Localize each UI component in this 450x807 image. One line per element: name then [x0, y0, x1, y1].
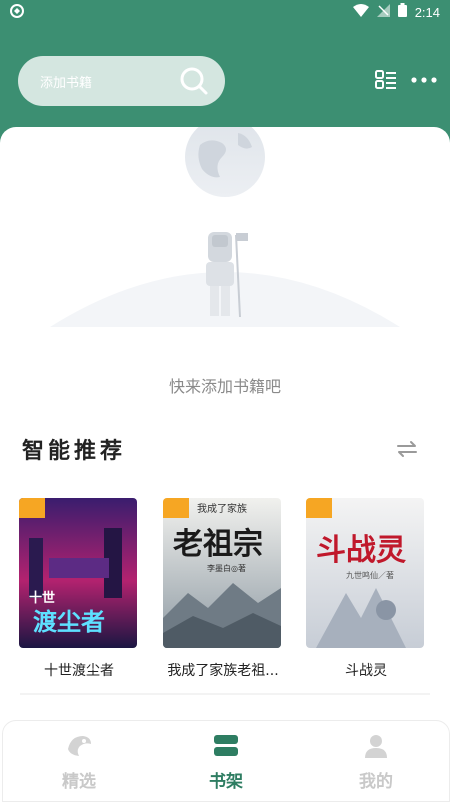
list-view-icon[interactable]	[375, 70, 397, 94]
tab-bookshelf[interactable]: 书架	[166, 721, 286, 797]
book-title: 十世渡尘者	[44, 663, 114, 679]
app-notification-icon	[10, 4, 24, 22]
cover-title-text: 渡尘者	[33, 608, 105, 636]
more-icon[interactable]	[411, 70, 437, 94]
refresh-swap-icon[interactable]	[396, 440, 418, 462]
book-cover[interactable]: 斗战灵 九世鸣仙／著	[306, 498, 424, 648]
divider	[20, 693, 430, 695]
search-icon[interactable]	[179, 66, 209, 100]
status-time: 2:14	[414, 4, 440, 20]
empty-illustration	[50, 117, 400, 412]
battery-icon	[397, 3, 407, 21]
bottom-tab-bar: 精选 书架 我的	[2, 720, 450, 802]
tab-label: 精选	[62, 772, 96, 792]
book-title: 我成了家族老祖...	[167, 663, 279, 679]
book-item[interactable]: 十世 渡尘者 十世渡尘者	[19, 498, 139, 680]
cover-author-text: 九世鸣仙／著	[346, 570, 394, 580]
status-bar: 2:14	[0, 0, 450, 24]
search-bar[interactable]: 添加书籍	[18, 56, 225, 106]
tab-label: 书架	[209, 772, 243, 792]
user-icon	[362, 733, 390, 763]
cover-title-text: 斗战灵	[316, 533, 406, 568]
empty-state-text: 快来添加书籍吧	[168, 377, 281, 396]
tab-featured[interactable]: 精选	[19, 721, 139, 797]
tab-label: 我的	[359, 772, 393, 792]
cover-top-text: 我成了家族	[197, 502, 247, 515]
wifi-icon	[352, 3, 369, 21]
bookshelf-icon	[212, 733, 240, 763]
book-item[interactable]: 斗战灵 九世鸣仙／著 斗战灵	[306, 498, 426, 680]
signal-icon	[376, 3, 390, 21]
cover-top-text: 十世	[29, 590, 55, 606]
book-cover[interactable]: 十世 渡尘者	[19, 498, 137, 648]
book-cover[interactable]: 我成了家族 老祖宗 李墨白◎著	[163, 498, 281, 648]
tab-mine[interactable]: 我的	[316, 721, 436, 797]
bookshelf-panel: 快来添加书籍吧 智能推荐 十世 渡尘者 十世渡尘者 我成了家族 老祖宗 李墨白◎…	[0, 117, 450, 807]
recommend-title: 智能推荐	[22, 439, 127, 464]
search-placeholder: 添加书籍	[40, 76, 93, 91]
cover-author-text: 李墨白◎著	[207, 563, 246, 573]
cover-title-text: 老祖宗	[173, 527, 263, 562]
book-item[interactable]: 我成了家族 老祖宗 李墨白◎著 我成了家族老祖...	[163, 498, 283, 680]
featured-icon	[65, 733, 93, 763]
book-title: 斗战灵	[345, 663, 387, 679]
